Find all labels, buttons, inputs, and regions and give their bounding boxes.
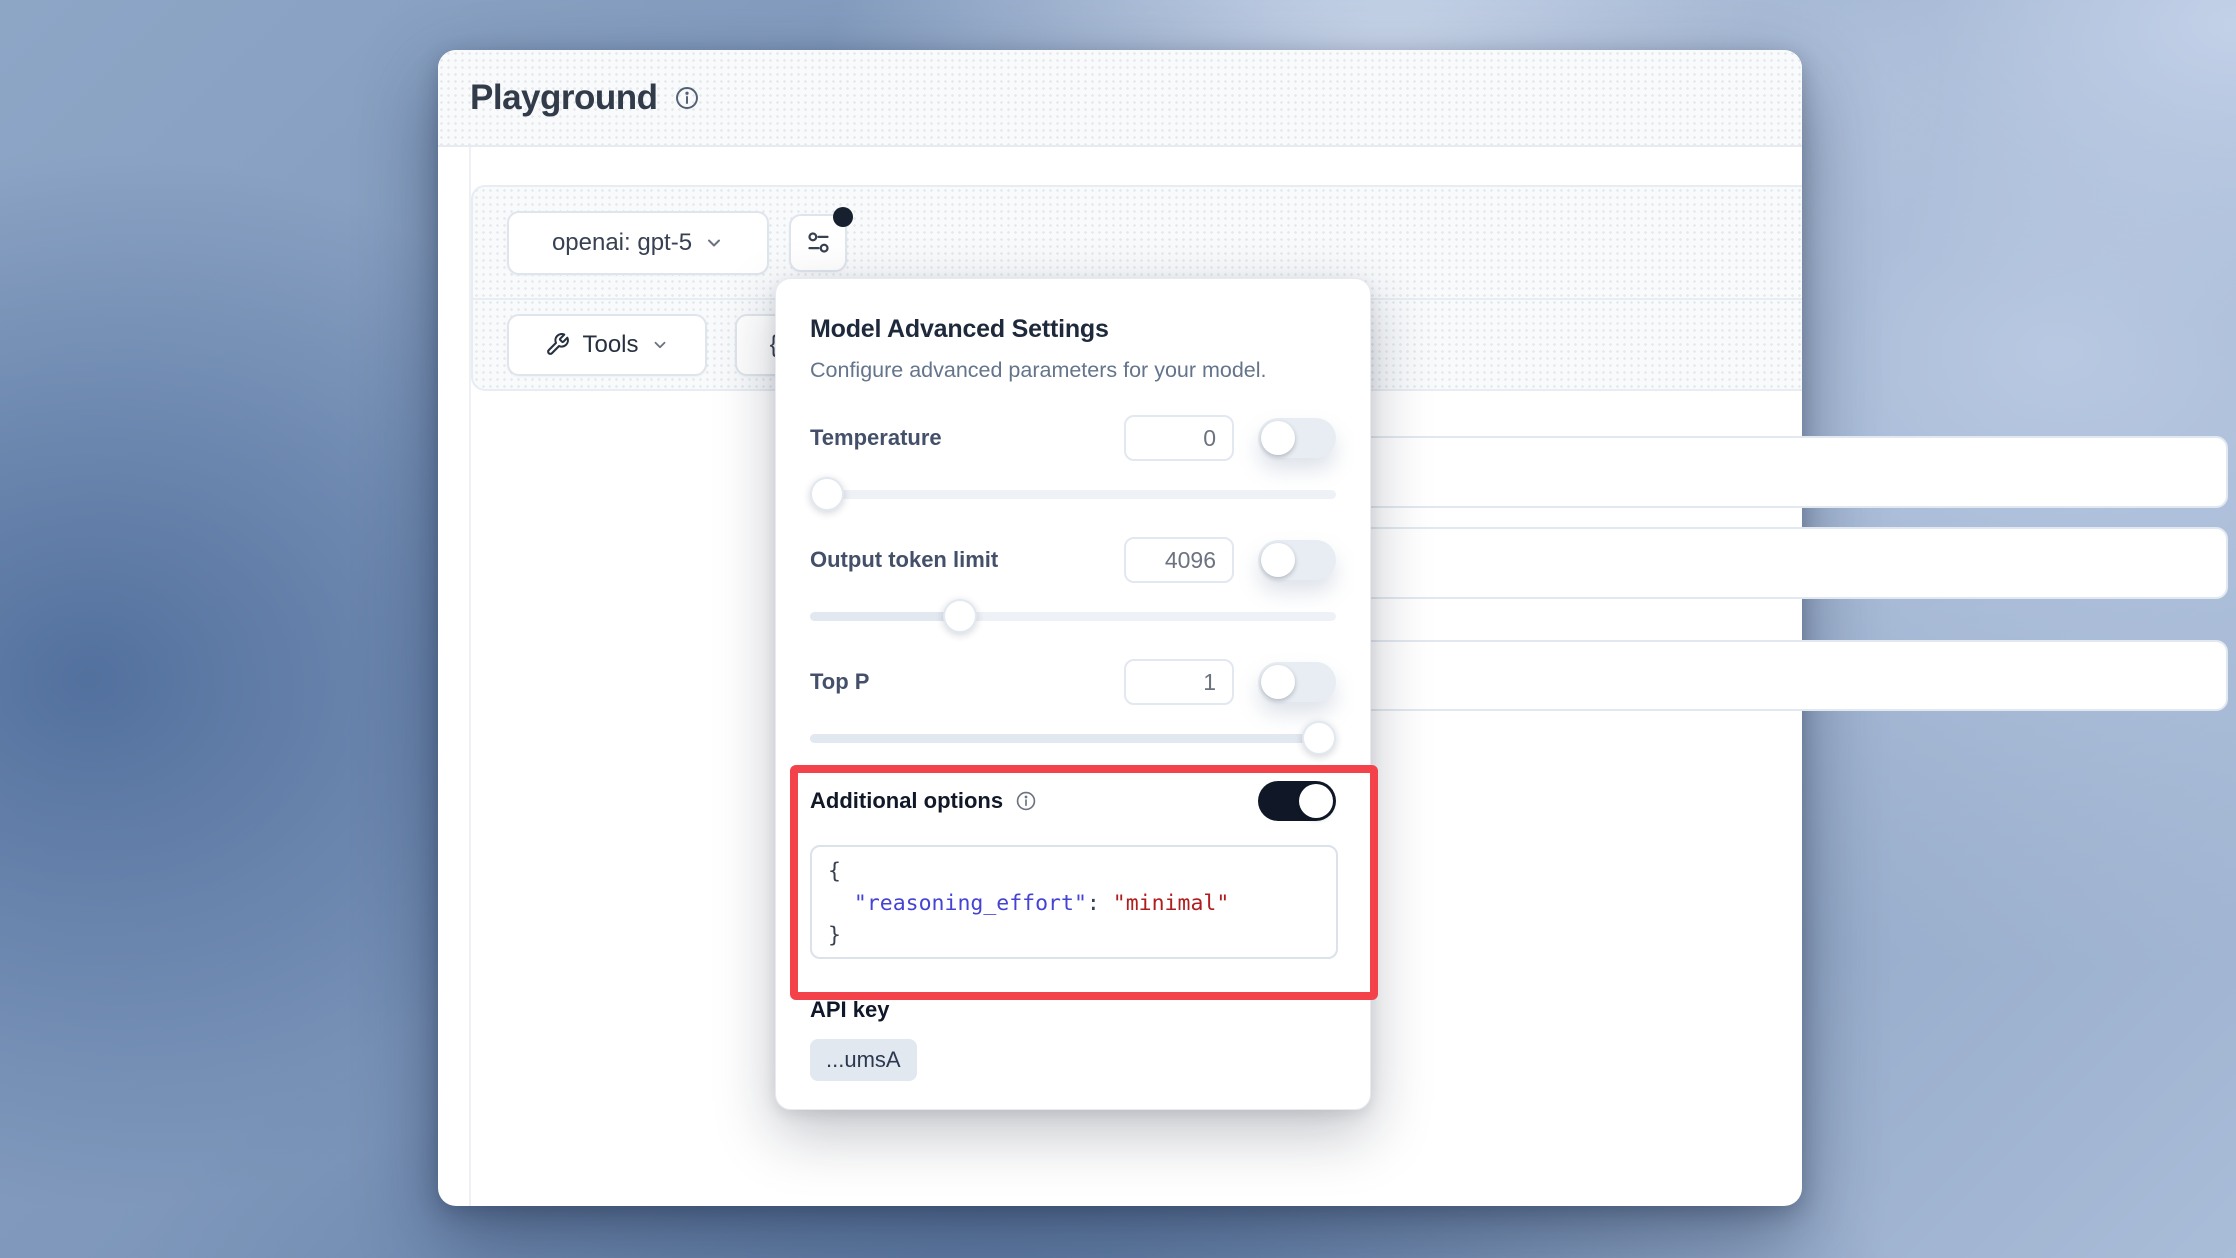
param-row-output-tokens: Output token limit [810,537,1336,583]
slider-fill [810,612,960,621]
code-close-brace: } [828,923,841,948]
tools-button[interactable]: Tools [507,314,707,376]
additional-options-text: Additional options [810,788,1003,814]
top-p-label: Top P [810,669,1100,695]
output-token-limit-toggle[interactable] [1258,540,1336,580]
additional-options-toggle[interactable] [1258,781,1336,821]
model-advanced-settings-popover: Model Advanced Settings Configure advanc… [775,278,1371,1110]
param-row-temperature: Temperature [810,415,1336,461]
settings-notification-dot [833,207,853,227]
code-indent [828,891,854,916]
top-p-input[interactable] [1124,659,1234,705]
slider-fill [810,734,1319,743]
chevron-down-icon [704,233,724,253]
top-p-toggle[interactable] [1258,662,1336,702]
popover-title: Model Advanced Settings [810,315,1336,344]
page-title: Playground [470,78,658,118]
left-rail [438,147,471,1206]
code-key: "reasoning_effort" [854,891,1087,916]
slider-track [810,490,1336,499]
temperature-slider[interactable] [810,477,1336,511]
additional-options-label: Additional options [810,788,1234,814]
settings-sliders-icon [805,229,832,256]
model-settings-button[interactable] [789,214,847,272]
code-separator: : [1087,891,1113,916]
api-key-label: API key [810,997,1336,1023]
wrench-icon [545,332,570,357]
additional-options-row: Additional options [810,781,1336,821]
additional-options-json-editor[interactable]: { "reasoning_effort": "minimal" } [810,845,1338,959]
temperature-input[interactable] [1124,415,1234,461]
info-icon[interactable] [1015,790,1037,812]
code-open-brace: { [828,859,841,884]
param-row-top-p: Top P [810,659,1336,705]
output-token-limit-label: Output token limit [810,547,1100,573]
code-value: "minimal" [1113,891,1230,916]
slider-thumb[interactable] [943,599,977,633]
slider-thumb[interactable] [1302,721,1336,755]
chevron-down-icon [651,336,669,354]
output-token-limit-input[interactable] [1124,537,1234,583]
model-selector-label: openai: gpt-5 [552,229,692,257]
toggle-knob [1261,665,1295,699]
top-p-slider[interactable] [810,721,1336,755]
toggle-knob [1261,421,1295,455]
temperature-label: Temperature [810,425,1100,451]
page-header: Playground [438,50,1802,147]
output-token-limit-slider[interactable] [810,599,1336,633]
toggle-knob [1299,784,1333,818]
temperature-toggle[interactable] [1258,418,1336,458]
popover-subtitle: Configure advanced parameters for your m… [810,358,1336,383]
info-icon[interactable] [674,85,700,111]
slider-thumb[interactable] [810,477,844,511]
tools-button-label: Tools [582,331,638,359]
toggle-knob [1261,543,1295,577]
model-selector-button[interactable]: openai: gpt-5 [507,211,769,275]
api-key-badge[interactable]: ...umsA [810,1039,917,1081]
